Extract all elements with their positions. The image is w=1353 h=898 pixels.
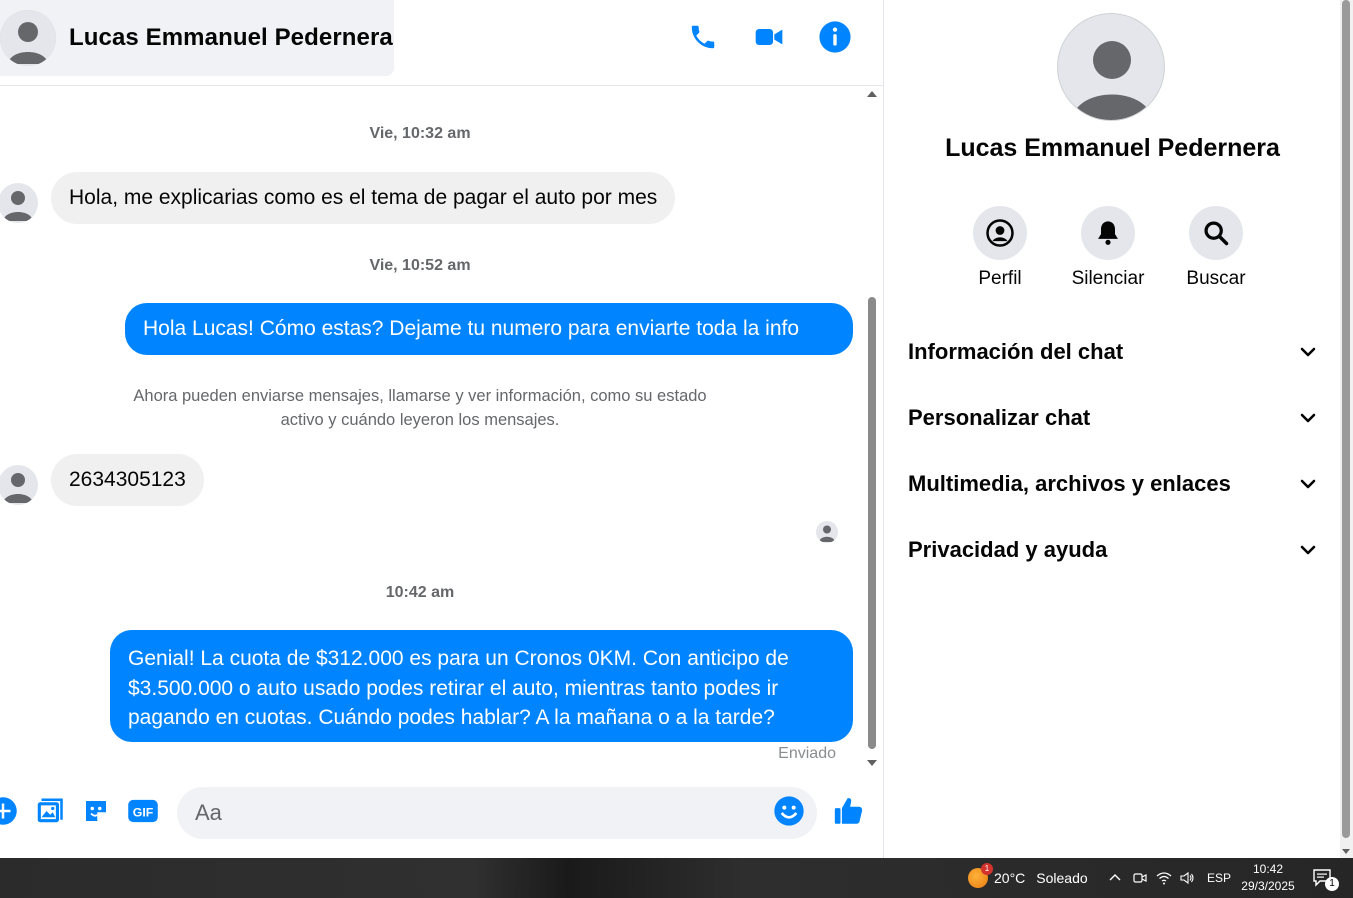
outgoing-message[interactable]: Hola Lucas! Cómo estas? Dejame tu numero… xyxy=(125,303,853,355)
incoming-message[interactable]: Hola, me explicarias como es el tema de … xyxy=(51,172,676,224)
system-clock[interactable]: 10:42 29/3/2025 xyxy=(1236,861,1300,895)
language-indicator[interactable]: ESP xyxy=(1207,858,1231,898)
plus-icon[interactable] xyxy=(0,794,20,828)
message-text: 2634305123 xyxy=(69,468,186,491)
contact-avatar xyxy=(0,10,56,66)
weather-badge: 1 xyxy=(981,863,993,875)
sender-avatar xyxy=(0,465,38,505)
message-scrollbar[interactable] xyxy=(866,87,878,770)
weather-widget[interactable]: 1 20°C Soleado xyxy=(968,858,1088,898)
message-text: Hola, me explicarias como es el tema de … xyxy=(69,186,658,209)
privacy-notice: Ahora pueden enviarse mensajes, llamarse… xyxy=(95,384,745,432)
section-media-files-links[interactable]: Multimedia, archivos y enlaces xyxy=(908,460,1318,508)
page-scrollbar[interactable] xyxy=(1340,0,1353,858)
scroll-up-arrow[interactable] xyxy=(867,91,877,97)
chevron-down-icon xyxy=(1300,479,1316,489)
message-list[interactable]: Vie, 10:32 am Hola, me explicarias como … xyxy=(0,87,866,770)
outgoing-message[interactable]: Genial! La cuota de $312.000 es para un … xyxy=(110,630,853,742)
default-avatar-icon xyxy=(1058,14,1164,120)
chat-header: Lucas Emmanuel Pedernera xyxy=(0,0,884,86)
profile-name: Lucas Emmanuel Pedernera xyxy=(945,134,1280,162)
clock-date: 29/3/2025 xyxy=(1241,879,1295,893)
clock-time: 10:42 xyxy=(1252,862,1284,876)
message-text: Hola Lucas! Cómo estas? Dejame tu numero… xyxy=(143,317,800,340)
profile-avatar[interactable] xyxy=(1057,13,1165,121)
action-label: Perfil xyxy=(978,268,1022,289)
sticker-icon[interactable] xyxy=(79,794,113,828)
scrollbar-thumb[interactable] xyxy=(1342,0,1350,838)
chevron-down-icon xyxy=(1300,347,1316,357)
message-composer: GIF xyxy=(0,770,884,858)
video-camera-icon[interactable] xyxy=(750,18,788,56)
emoji-icon[interactable] xyxy=(772,794,806,828)
notice-line: activo y cuándo leyeron los mensajes. xyxy=(280,411,560,429)
profile-action-button[interactable]: Perfil xyxy=(950,206,1050,290)
scrollbar-thumb[interactable] xyxy=(868,297,876,749)
sender-avatar xyxy=(0,183,38,223)
image-icon[interactable] xyxy=(32,794,66,828)
incoming-message[interactable]: 2634305123 xyxy=(51,454,204,506)
message-timestamp: Vie, 10:52 am xyxy=(369,257,471,274)
notification-count-badge: 1 xyxy=(1325,877,1339,891)
message-status: Enviado xyxy=(778,745,836,762)
chevron-up-icon[interactable] xyxy=(1108,858,1122,898)
default-avatar-icon xyxy=(3,191,33,221)
seen-indicator-avatar xyxy=(816,521,838,543)
gif-icon[interactable]: GIF xyxy=(126,794,160,828)
contact-header-button[interactable]: Lucas Emmanuel Pedernera xyxy=(0,0,394,76)
chevron-down-icon xyxy=(1300,545,1316,555)
contact-name: Lucas Emmanuel Pedernera xyxy=(69,24,393,51)
volume-icon[interactable] xyxy=(1179,858,1195,898)
section-customize-chat[interactable]: Personalizar chat xyxy=(908,394,1318,442)
weather-temperature: 20°C xyxy=(994,870,1026,886)
svg-text:GIF: GIF xyxy=(133,806,154,820)
section-title: Multimedia, archivos y enlaces xyxy=(908,471,1231,496)
default-avatar-icon xyxy=(0,10,56,66)
scroll-down-arrow[interactable] xyxy=(867,760,877,766)
thumbs-up-icon[interactable] xyxy=(832,794,866,828)
message-timestamp: Vie, 10:32 am xyxy=(369,125,471,142)
section-title: Privacidad y ayuda xyxy=(908,537,1108,562)
action-label: Buscar xyxy=(1186,268,1246,289)
message-text-line: Genial! La cuota de $312.000 es para un … xyxy=(128,647,789,670)
notice-line: Ahora pueden enviarse mensajes, llamarse… xyxy=(133,387,707,405)
message-input[interactable] xyxy=(177,787,817,839)
search-action-button[interactable]: Buscar xyxy=(1166,206,1266,290)
chat-area: Lucas Emmanuel Pedernera Vie, 10:32 am H… xyxy=(0,0,884,858)
message-text-line: pagando en cuotas. Cuándo podes hablar? … xyxy=(128,706,775,729)
wifi-icon[interactable] xyxy=(1156,858,1172,898)
message-timestamp: 10:42 am xyxy=(385,584,455,601)
section-chat-info[interactable]: Información del chat xyxy=(908,328,1318,376)
notifications-icon[interactable]: 1 xyxy=(1312,858,1339,898)
chevron-down-icon xyxy=(1300,413,1316,423)
section-privacy-help[interactable]: Privacidad y ayuda xyxy=(908,526,1318,574)
mute-action-button[interactable]: Silenciar xyxy=(1058,206,1158,290)
bell-icon xyxy=(1081,206,1135,260)
section-title: Información del chat xyxy=(908,339,1124,364)
conversation-info-panel: Lucas Emmanuel Pedernera Perfil Silencia… xyxy=(885,0,1340,858)
meet-now-icon[interactable] xyxy=(1132,858,1148,898)
sun-icon: 1 xyxy=(968,863,993,888)
info-icon[interactable] xyxy=(816,18,854,56)
default-avatar-icon xyxy=(819,525,835,542)
message-text-line: $3.500.000 o auto usado podes retirar el… xyxy=(128,676,779,700)
phone-icon[interactable] xyxy=(684,18,722,56)
windows-taskbar: 1 20°C Soleado ESP 10:42 29/3/2025 1 xyxy=(0,858,1353,898)
profile-icon xyxy=(973,206,1027,260)
scroll-down-arrow[interactable] xyxy=(1342,849,1350,854)
action-label: Silenciar xyxy=(1071,268,1145,289)
weather-description: Soleado xyxy=(1036,870,1088,886)
search-icon xyxy=(1189,206,1243,260)
section-title: Personalizar chat xyxy=(908,405,1091,430)
default-avatar-icon xyxy=(3,473,33,503)
